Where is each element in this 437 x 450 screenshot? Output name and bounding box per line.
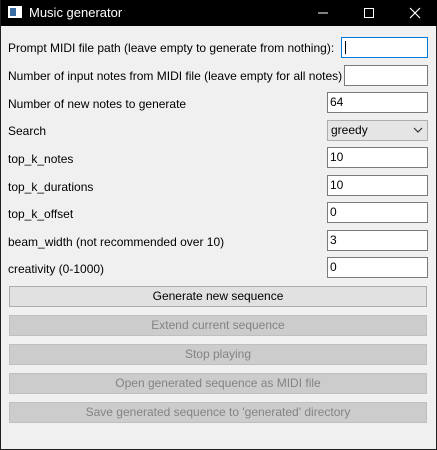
creativity-input[interactable]: 0 <box>327 257 428 278</box>
new-notes-value: 64 <box>330 95 344 109</box>
minimize-button[interactable] <box>300 0 346 26</box>
app-icon <box>8 6 22 18</box>
new-notes-input[interactable]: 64 <box>327 92 428 113</box>
new-notes-label: Number of new notes to generate <box>8 97 187 111</box>
chevron-down-icon <box>413 127 423 133</box>
text-caret <box>345 41 346 54</box>
top-k-durations-input[interactable]: 10 <box>327 175 428 196</box>
top-k-offset-value: 0 <box>330 205 337 219</box>
extend-sequence-button[interactable]: Extend current sequence <box>9 315 427 336</box>
open-midi-button[interactable]: Open generated sequence as MIDI file <box>9 373 427 394</box>
top-k-durations-label: top_k_durations <box>8 180 94 194</box>
minimize-icon <box>318 12 328 14</box>
top-k-notes-label: top_k_notes <box>8 152 74 166</box>
close-button[interactable] <box>392 0 437 26</box>
input-notes-input[interactable] <box>344 65 428 86</box>
maximize-icon <box>364 8 374 18</box>
close-icon <box>409 7 421 19</box>
input-notes-label: Number of input notes from MIDI file (le… <box>8 69 343 83</box>
top-k-notes-input[interactable]: 10 <box>327 147 428 168</box>
top-k-offset-input[interactable]: 0 <box>327 202 428 223</box>
app-window: Music generator Prompt MIDI file path (l… <box>0 0 437 450</box>
generate-sequence-button[interactable]: Generate new sequence <box>9 286 427 307</box>
prompt-path-label: Prompt MIDI file path (leave empty to ge… <box>8 41 335 55</box>
creativity-label: creativity (0-1000) <box>8 262 105 276</box>
search-select[interactable]: greedy <box>327 120 428 141</box>
prompt-path-input[interactable] <box>341 37 428 58</box>
beam-width-value: 3 <box>330 233 337 247</box>
stop-playing-button[interactable]: Stop playing <box>9 344 427 365</box>
top-k-notes-value: 10 <box>330 150 344 164</box>
beam-width-label: beam_width (not recommended over 10) <box>8 235 225 249</box>
top-k-offset-label: top_k_offset <box>8 207 74 221</box>
save-sequence-button[interactable]: Save generated sequence to 'generated' d… <box>9 402 427 423</box>
search-selected-value: greedy <box>331 123 368 137</box>
search-label: Search <box>8 124 47 138</box>
beam-width-input[interactable]: 3 <box>327 230 428 251</box>
window-title: Music generator <box>29 5 123 20</box>
top-k-durations-value: 10 <box>330 178 344 192</box>
title-bar[interactable]: Music generator <box>1 0 437 26</box>
creativity-value: 0 <box>330 260 337 274</box>
maximize-button[interactable] <box>346 0 392 26</box>
